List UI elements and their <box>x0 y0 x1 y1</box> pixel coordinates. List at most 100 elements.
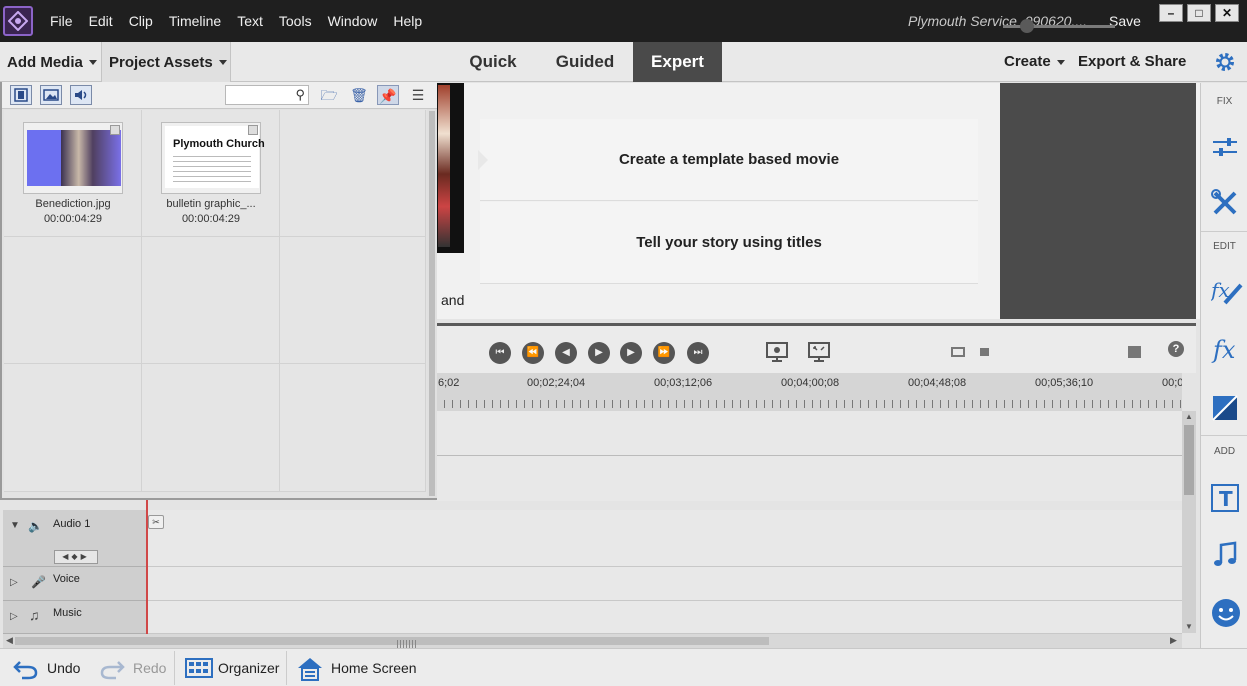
section-add-label: ADD <box>1213 446 1236 457</box>
track-header-voice[interactable]: ▷ 🎤 Voice <box>3 567 146 601</box>
fx-edit-button[interactable]: fx <box>1209 277 1243 305</box>
play-button[interactable]: ▶ <box>588 342 610 364</box>
video-track-area[interactable] <box>436 411 1182 501</box>
maximize-button[interactable]: □ <box>1187 4 1211 22</box>
section-edit-label: EDIT <box>1213 241 1236 252</box>
assets-scrollbar[interactable] <box>427 109 437 498</box>
undo-button[interactable]: Undo <box>47 649 80 686</box>
zoom-in-icon[interactable] <box>1128 346 1141 358</box>
scroll-left-icon[interactable]: ◀ <box>6 635 13 646</box>
menu-timeline[interactable]: Timeline <box>161 0 229 42</box>
zoom-out-icon[interactable] <box>980 348 989 356</box>
redo-icon[interactable] <box>100 656 126 680</box>
tab-guided[interactable]: Guided <box>545 42 625 82</box>
pin-panel-button[interactable]: 📌 <box>377 85 399 105</box>
vertical-scroll-thumb[interactable] <box>1184 425 1194 495</box>
go-to-start-button[interactable]: ⏮ <box>489 342 511 364</box>
music-note-icon: ♫ <box>29 607 40 623</box>
step-forward-button[interactable]: ▶ <box>620 342 642 364</box>
panel-menu-button[interactable]: ☰ <box>407 85 429 105</box>
organizer-button[interactable]: Organizer <box>218 649 279 686</box>
menu-clip[interactable]: Clip <box>121 0 161 42</box>
add-media-button[interactable]: Add Media <box>7 42 97 82</box>
redo-button[interactable]: Redo <box>133 649 166 686</box>
next-edit-icon: ⏩ <box>657 347 671 358</box>
track-header-audio-1[interactable]: ▼ 🔈 Audio 1 ◀◆▶ <box>3 510 146 567</box>
menu-text[interactable]: Text <box>229 0 271 42</box>
delete-asset-button[interactable]: 🗑 <box>348 85 370 105</box>
adjust-sliders-button[interactable] <box>1211 133 1239 161</box>
ruler-label: 00;04;48;08 <box>908 377 967 389</box>
previous-edit-button[interactable]: ⏪ <box>522 342 544 364</box>
collapse-triangle-icon[interactable]: ▼ <box>10 520 20 531</box>
horizontal-scroll-thumb[interactable] <box>15 637 769 648</box>
organizer-icon[interactable] <box>185 656 213 680</box>
guided-item-template-movie[interactable]: Create a template based movie <box>480 119 978 201</box>
list-menu-icon: ☰ <box>411 87 425 103</box>
guided-item-titles[interactable]: Tell your story using titles <box>480 202 978 284</box>
timeline-ruler[interactable]: 6;02 00;02;24;04 00;03;12;06 00;04;00;08… <box>436 373 1182 411</box>
transitions-button[interactable] <box>1211 394 1239 422</box>
filter-images-button[interactable] <box>40 85 62 105</box>
track-header-music[interactable]: ▷ ♫ Music <box>3 601 146 634</box>
audio-keyframe-controls[interactable]: ◀◆▶ <box>54 550 98 564</box>
track-audio-1[interactable] <box>146 510 1182 567</box>
asset-empty-slot <box>280 364 426 492</box>
track-voice[interactable] <box>146 567 1182 601</box>
close-button[interactable]: ✕ <box>1215 4 1239 22</box>
go-to-end-button[interactable]: ⏭ <box>687 342 709 364</box>
titles-button[interactable]: T <box>1211 484 1239 512</box>
scroll-down-icon[interactable]: ▼ <box>1185 622 1193 631</box>
scroll-right-icon[interactable]: ▶ <box>1170 635 1177 646</box>
undo-icon[interactable] <box>12 656 38 680</box>
scroll-up-icon[interactable]: ▲ <box>1185 412 1193 421</box>
search-icon[interactable]: ⚲ <box>295 87 305 103</box>
filter-video-button[interactable] <box>10 85 32 105</box>
titles-icon: T <box>1211 484 1239 512</box>
export-share-button[interactable]: Export & Share <box>1078 42 1186 82</box>
asset-empty-slot <box>280 110 426 237</box>
tab-expert[interactable]: Expert <box>633 42 722 82</box>
fullscreen-preview-button[interactable] <box>807 341 831 363</box>
step-back-button[interactable]: ◀ <box>555 342 577 364</box>
tools-button[interactable] <box>1211 189 1239 217</box>
track-music[interactable] <box>146 601 1182 634</box>
asset-bulletin-graphic[interactable]: Plymouth Church bulletin graphic_... 00:… <box>142 110 280 237</box>
tab-quick[interactable]: Quick <box>453 42 533 82</box>
menu-help[interactable]: Help <box>385 0 430 42</box>
home-screen-button[interactable]: Home Screen <box>331 649 417 686</box>
music-button[interactable] <box>1211 541 1239 569</box>
expand-triangle-icon[interactable]: ▷ <box>10 577 18 588</box>
fx-button[interactable]: fx <box>1211 336 1239 364</box>
timeline-vertical-scrollbar[interactable]: ▲ ▼ <box>1182 411 1196 633</box>
zoom-fit-icon[interactable] <box>951 347 965 357</box>
close-icon: ✕ <box>1221 6 1233 20</box>
project-assets-button[interactable]: Project Assets <box>109 42 227 82</box>
home-icon[interactable] <box>297 656 323 681</box>
menu-tools[interactable]: Tools <box>271 0 320 42</box>
playhead[interactable] <box>146 500 148 634</box>
menu-edit[interactable]: Edit <box>81 0 121 42</box>
import-folder-button[interactable]: 🗁 <box>318 85 340 105</box>
project-assets-tab[interactable]: Project Assets <box>101 42 231 82</box>
render-settings-button[interactable] <box>765 341 789 363</box>
minimize-button[interactable]: – <box>1159 4 1183 22</box>
zoom-slider-handle[interactable] <box>1020 19 1034 33</box>
settings-button[interactable] <box>1214 51 1236 73</box>
asset-benediction[interactable]: Benediction.jpg 00:00:04:29 <box>4 110 142 237</box>
expand-triangle-icon[interactable]: ▷ <box>10 611 18 622</box>
music-icon <box>1214 541 1237 566</box>
create-button[interactable]: Create <box>1004 42 1065 82</box>
scissors-icon[interactable]: ✂ <box>148 515 164 529</box>
assets-scroll-thumb[interactable] <box>429 111 435 496</box>
menu-file[interactable]: File <box>42 0 81 42</box>
next-edit-button[interactable]: ⏩ <box>653 342 675 364</box>
app-logo-icon[interactable] <box>3 6 33 36</box>
timeline-horizontal-scrollbar[interactable]: ◀ ▶ <box>3 634 1182 648</box>
menu-window[interactable]: Window <box>320 0 386 42</box>
help-icon[interactable]: ? <box>1168 341 1184 357</box>
asset-duration: 00:00:04:29 <box>43 213 103 225</box>
filter-audio-button[interactable] <box>70 85 92 105</box>
assets-search-input[interactable]: ⚲ <box>225 85 309 105</box>
graphics-button[interactable] <box>1211 598 1240 627</box>
